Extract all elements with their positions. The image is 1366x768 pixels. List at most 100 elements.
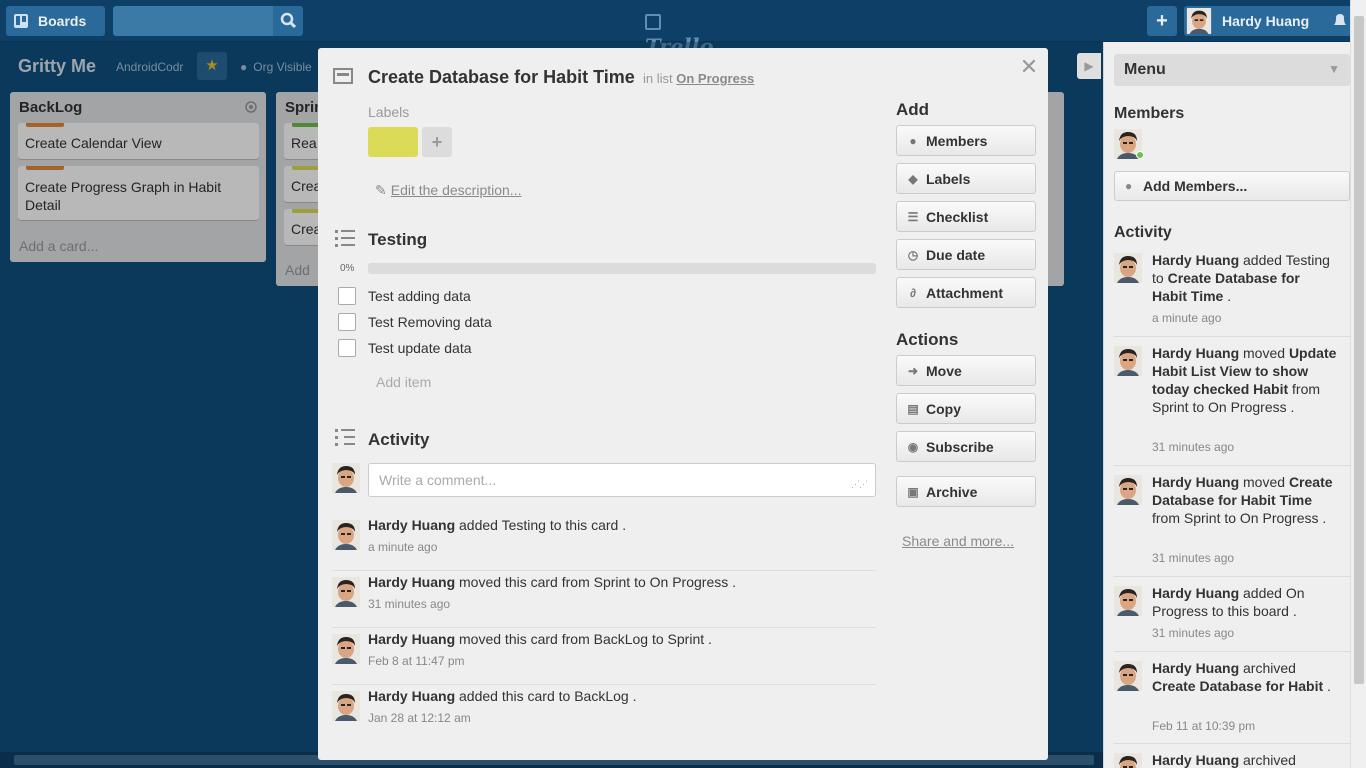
menu-activity-item: Hardy Huang added On Progress to this bo… (1114, 584, 1350, 644)
user-name: Hardy Huang (1222, 13, 1310, 29)
activity-item: Hardy Huang added this card to BackLog .… (332, 685, 876, 742)
archive-button[interactable]: ▣ Archive (896, 476, 1036, 507)
trello-logo[interactable]: Trello (645, 9, 725, 59)
card-title[interactable]: Create Database for Habit Time (368, 67, 635, 88)
menu-activity-item: Hardy Huang added Testing to Create Data… (1114, 251, 1350, 331)
checklist-icon: ☰ (907, 210, 919, 224)
checklist-checkbox[interactable] (338, 313, 356, 331)
activity-text: Hardy Huang moved this card from Sprint … (368, 574, 737, 590)
avatar (332, 577, 360, 607)
activity-time: Feb 11 at 10:39 pm (1152, 719, 1256, 733)
menu-collapse-tab[interactable]: ▶ (1077, 53, 1101, 79)
list-link[interactable]: On Progress (676, 71, 754, 86)
boards-button[interactable]: Boards (6, 6, 105, 36)
due-date-button[interactable]: ◷ Due date (896, 239, 1036, 270)
activity-item: Hardy Huang added Testing to this card .… (332, 514, 876, 571)
eye-icon: ◉ (907, 440, 919, 454)
checklist-button[interactable]: ☰ Checklist (896, 201, 1036, 232)
share-and-more-link[interactable]: Share and more... (902, 533, 1014, 549)
notifications-button[interactable] (1328, 6, 1352, 36)
labels-heading: Labels (368, 104, 410, 120)
activity-time[interactable]: Jan 28 at 12:12 am (368, 711, 471, 725)
activity-time: 31 minutes ago (1152, 440, 1235, 454)
resize-handle-icon[interactable]: ⋰⋰ (851, 479, 868, 490)
activity-time[interactable]: 31 minutes ago (368, 597, 450, 611)
online-status-icon (1136, 151, 1144, 159)
card-list-info: in list On Progress (643, 71, 755, 86)
avatar (1186, 8, 1212, 34)
activity-text: Hardy Huang added On Progress to this bo… (1152, 585, 1305, 619)
search-button[interactable] (273, 6, 303, 36)
activity-time[interactable]: Feb 8 at 11:47 pm (368, 654, 465, 668)
checklist-title[interactable]: Testing (368, 230, 427, 250)
boards-icon (14, 14, 28, 28)
archive-icon: ▣ (907, 485, 919, 499)
boards-label: Boards (38, 13, 87, 29)
move-button[interactable]: ➜ Move (896, 355, 1036, 386)
checklist-progress-bar (368, 263, 876, 274)
menu-activity-heading: Activity (1114, 224, 1172, 241)
activity-text: Hardy Huang added Testing to this card . (368, 517, 627, 533)
avatar (1114, 753, 1142, 768)
menu-activity-item: Hardy Huang moved Create Database for Ha… (1114, 473, 1350, 565)
scrollbar-thumb[interactable] (1354, 16, 1364, 684)
add-heading: Add (896, 100, 930, 119)
label-chip[interactable] (368, 127, 418, 157)
divider (1114, 651, 1350, 652)
activity-time[interactable]: a minute ago (368, 540, 437, 554)
activity-text: Hardy Huang moved Update Habit List View… (1152, 345, 1337, 415)
activity-time: a minute ago (1152, 311, 1222, 325)
arrow-right-icon: ➜ (907, 364, 919, 378)
avatar (1114, 475, 1142, 505)
checklist-item[interactable]: Test Removing data (368, 314, 492, 330)
avatar (1114, 586, 1142, 616)
tag-icon: ◆ (908, 172, 918, 186)
activity-text: Hardy Huang archived Create Database for… (1152, 660, 1331, 694)
activity-text: Hardy Huang archived (1152, 752, 1296, 768)
bell-icon (1334, 14, 1346, 25)
divider (1114, 576, 1350, 577)
checklist-checkbox[interactable] (338, 287, 356, 305)
attachment-button[interactable]: ∂ Attachment (896, 277, 1036, 308)
add-button[interactable]: + (1147, 6, 1177, 36)
subscribe-button[interactable]: ◉ Subscribe (896, 431, 1036, 462)
plus-icon: + (431, 132, 443, 152)
person-icon: ● (909, 134, 917, 148)
add-label-button[interactable]: + (422, 127, 452, 157)
menu-title: Menu (1124, 61, 1166, 78)
pencil-icon: ✎ (375, 182, 387, 198)
checklist-checkbox[interactable] (338, 339, 356, 357)
avatar (332, 520, 360, 550)
top-bar: Boards Trello + Hardy Huang (0, 0, 1352, 59)
search-input[interactable] (113, 6, 273, 36)
comment-input[interactable]: Write a comment... ⋰⋰ (368, 463, 876, 497)
menu-header[interactable]: Menu ▼ (1114, 54, 1350, 86)
caret-right-icon: ▶ (1084, 59, 1094, 73)
activity-text: Hardy Huang moved this card from BackLog… (368, 631, 712, 647)
activity-time: 31 minutes ago (1152, 626, 1235, 640)
trello-logo-icon (645, 14, 661, 30)
checklist-item[interactable]: Test adding data (368, 288, 471, 304)
activity-time: 31 minutes ago (1152, 551, 1235, 565)
members-button[interactable]: ● Members (896, 125, 1036, 156)
labels-button[interactable]: ◆ Labels (896, 163, 1036, 194)
edit-description-link[interactable]: ✎ Edit the description... (375, 182, 521, 199)
avatar (332, 634, 360, 664)
checklist-item[interactable]: Test update data (368, 340, 472, 356)
activity-icon (335, 429, 355, 446)
menu-activity-item: Hardy Huang archived Create Database for… (1114, 659, 1350, 739)
menu-activity-item: Hardy Huang archived (1114, 751, 1350, 768)
vertical-scrollbar[interactable] (1350, 0, 1366, 768)
activity-text: Hardy Huang added this card to BackLog . (368, 688, 637, 704)
checklist-percent: 0% (340, 263, 355, 274)
add-item-link[interactable]: Add item (376, 374, 431, 390)
close-icon[interactable]: ✕ (1018, 56, 1040, 78)
activity-title: Activity (368, 430, 430, 449)
actions-heading: Actions (896, 330, 959, 349)
copy-button[interactable]: ▤ Copy (896, 393, 1036, 424)
avatar (1114, 253, 1142, 283)
person-icon: ● (1125, 179, 1133, 193)
add-members-label: Add Members... (1143, 178, 1248, 194)
user-menu-button[interactable]: Hardy Huang (1184, 6, 1344, 36)
add-members-button[interactable]: ● Add Members... (1114, 171, 1350, 201)
